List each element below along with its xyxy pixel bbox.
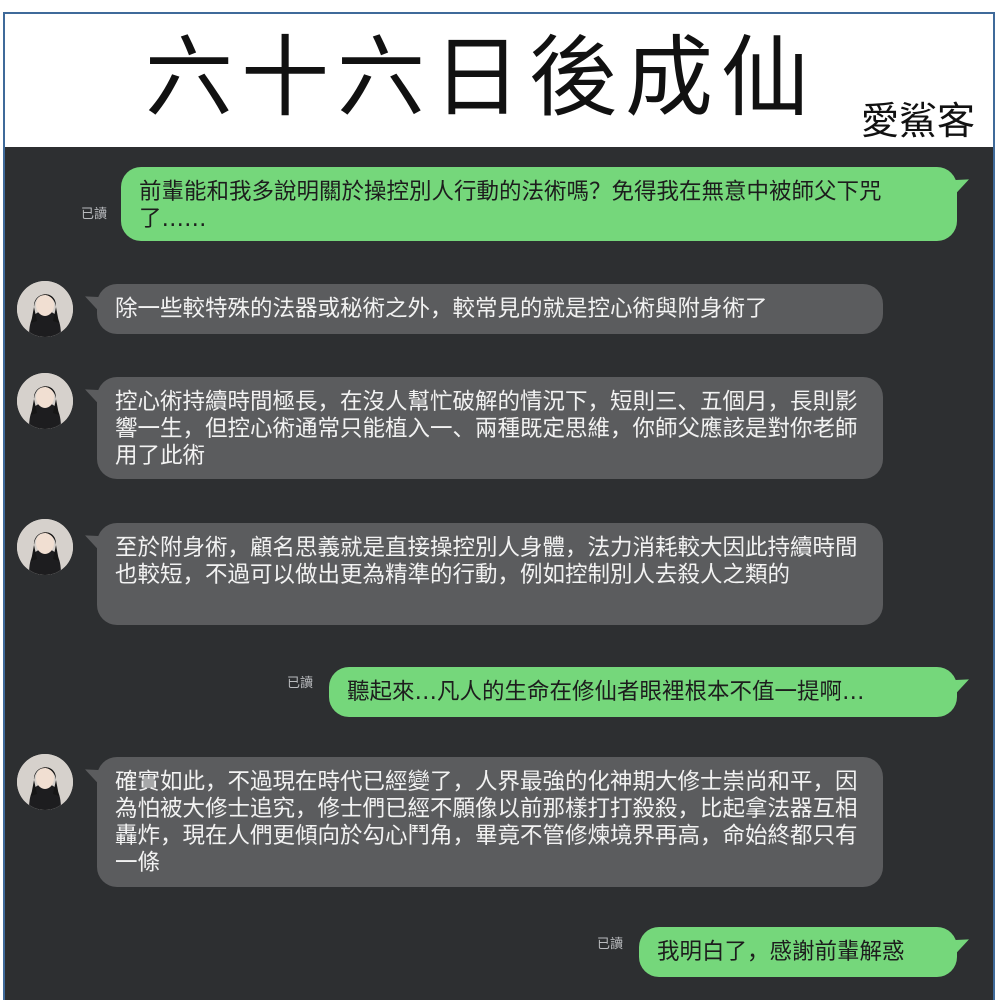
message-bubble-outgoing[interactable]: 聽起來…凡人的生命在修仙者眼裡根本不值一提啊…: [329, 667, 957, 717]
read-receipt: 已讀: [81, 207, 108, 222]
message-bubble-incoming[interactable]: 確實如此，不過現在時代已經變了，人界最強的化神期大修士崇尚和平，因為怕被大修士追…: [97, 757, 883, 887]
avatar-icon: [17, 519, 73, 575]
author-name: 愛鯊客: [860, 99, 975, 143]
avatar[interactable]: [17, 281, 73, 337]
avatar-icon: [17, 281, 73, 337]
avatar[interactable]: [17, 519, 73, 575]
message-bubble-incoming[interactable]: 控心術持續時間極長，在沒人幫忙破解的情況下，短則三、五個月，長則影響一生，但控心…: [97, 377, 883, 479]
message-bubble-incoming[interactable]: 至於附身術，顧名思義就是直接操控別人身體，法力消耗較大因此持續時間也較短，不過可…: [97, 523, 883, 625]
chat-area[interactable]: 已讀 前輩能和我多說明關於操控別人行動的法術嗎？免得我在無意中被師父下咒了…… …: [5, 147, 993, 1000]
message-bubble-outgoing[interactable]: 我明白了，感謝前輩解惑: [639, 927, 957, 977]
comic-frame: 六十六日後成仙 愛鯊客 已讀 前輩能和我多說明關於操控別人行動的法術嗎？免得我在…: [3, 12, 995, 1000]
avatar[interactable]: [17, 754, 73, 810]
avatar[interactable]: [17, 373, 73, 429]
message-bubble-outgoing[interactable]: 前輩能和我多說明關於操控別人行動的法術嗎？免得我在無意中被師父下咒了……: [121, 167, 957, 241]
read-receipt: 已讀: [287, 676, 314, 691]
read-receipt: 已讀: [597, 937, 624, 952]
message-bubble-incoming[interactable]: 除一些較特殊的法器或秘術之外，較常見的就是控心術與附身術了: [97, 284, 883, 334]
page-title: 六十六日後成仙: [145, 26, 818, 129]
avatar-icon: [17, 754, 73, 810]
avatar-icon: [17, 373, 73, 429]
header: 六十六日後成仙 愛鯊客: [5, 14, 993, 147]
